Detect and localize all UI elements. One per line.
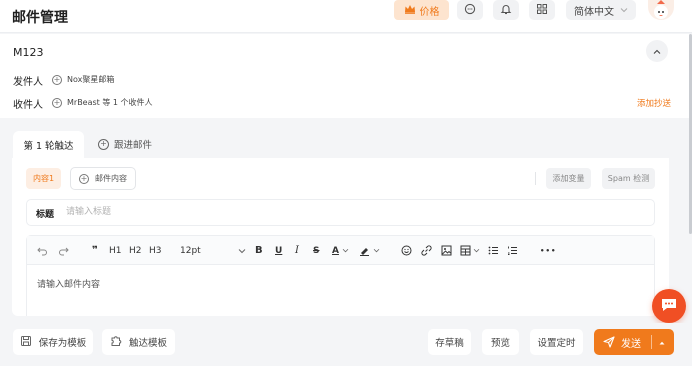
recipient-field[interactable]: + MrBeast 等 1 个收件人 [52, 97, 153, 108]
subject-label: 标题 [36, 210, 55, 220]
image-button[interactable] [441, 244, 452, 257]
bell-icon [500, 3, 512, 18]
add-cc-link[interactable]: 添加抄送 [637, 97, 671, 109]
subject-input[interactable] [66, 205, 466, 219]
sender-label: 发件人 [13, 77, 43, 88]
schedule-button[interactable]: 设置定时 [530, 329, 583, 355]
save-as-template-button[interactable]: 保存为模板 [13, 329, 93, 355]
tab-follow-up-label: 跟进邮件 [114, 140, 153, 151]
undo-icon [37, 246, 48, 256]
save-icon [20, 335, 32, 350]
bullet-list-button[interactable] [488, 244, 499, 257]
grid-icon [536, 3, 548, 18]
table-button[interactable] [460, 244, 480, 257]
language-selector[interactable]: 简体中文 [566, 0, 636, 20]
bold-button[interactable]: B [255, 244, 263, 257]
reach-template-label: 触达模板 [128, 338, 167, 349]
add-variable-button[interactable]: 添加变量 [546, 168, 591, 189]
recipient-value: MrBeast 等 1 个收件人 [67, 98, 153, 107]
more-tools-button[interactable]: ••• [540, 244, 556, 257]
add-circle-icon: + [98, 138, 109, 150]
send-button[interactable]: 发送 [594, 329, 674, 355]
numbered-list-icon [507, 245, 518, 256]
add-circle-icon: + [52, 74, 62, 85]
recipient-label: 收件人 [13, 100, 43, 111]
reach-template-button[interactable]: 触达模板 [102, 329, 175, 355]
highlighter-icon [359, 245, 370, 256]
undo-button[interactable] [37, 244, 48, 257]
preview-button[interactable]: 预览 [482, 329, 519, 355]
chevron-up-icon [653, 45, 661, 58]
bullet-list-icon [488, 245, 499, 256]
chevron-down-icon [620, 5, 628, 16]
chat-icon [464, 3, 476, 18]
redo-icon [58, 246, 69, 256]
heading1-button[interactable]: H1 [109, 244, 122, 257]
highlight-button[interactable] [359, 244, 380, 257]
support-chat-button[interactable] [652, 289, 686, 323]
save-draft-button[interactable]: 存草稿 [428, 329, 471, 355]
heading2-button[interactable]: H2 [129, 244, 142, 257]
underline-button[interactable]: U [275, 244, 282, 257]
spam-check-button[interactable]: Spam 检测 [602, 168, 655, 189]
page-title: 邮件管理 [12, 10, 68, 26]
add-content-button[interactable]: + 邮件内容 [70, 167, 136, 190]
chevron-down-icon [342, 248, 349, 253]
table-icon [460, 245, 471, 256]
collapse-button[interactable] [646, 40, 668, 62]
font-color-letter: A [332, 245, 339, 256]
heading3-button[interactable]: H3 [149, 244, 162, 257]
crown-icon [404, 4, 416, 17]
italic-button[interactable]: I [295, 244, 299, 257]
image-icon [441, 245, 452, 256]
language-label: 简体中文 [574, 6, 614, 18]
redo-button[interactable] [58, 244, 69, 257]
link-icon [421, 245, 432, 256]
numbered-list-button[interactable] [507, 244, 518, 257]
font-size-select[interactable]: 12pt [180, 244, 246, 257]
apps-button[interactable] [529, 0, 555, 20]
chat-bubble-icon [660, 297, 678, 316]
link-button[interactable] [421, 244, 432, 257]
add-circle-icon: + [52, 97, 62, 108]
puzzle-icon [110, 335, 122, 350]
tab-follow-up[interactable]: + 跟进邮件 [98, 137, 152, 151]
editor-body-placeholder[interactable]: 请输入邮件内容 [37, 277, 100, 290]
chevron-down-icon [373, 248, 380, 253]
font-size-value: 12pt [180, 245, 201, 256]
strikethrough-button[interactable]: S [313, 244, 319, 257]
add-content-label: 邮件内容 [95, 174, 127, 183]
chat-button[interactable] [457, 0, 483, 20]
emoji-icon [401, 245, 412, 256]
pricing-label: 价格 [419, 6, 440, 18]
send-icon [603, 336, 615, 348]
tab-first-round[interactable]: 第 1 轮触达 [13, 131, 84, 158]
save-as-template-label: 保存为模板 [38, 338, 87, 349]
sender-field[interactable]: + Nox聚星邮箱 [52, 74, 114, 85]
send-label: 发送 [621, 338, 641, 350]
font-color-button[interactable]: A [332, 244, 349, 257]
pricing-button[interactable]: 价格 [394, 0, 449, 20]
notifications-button[interactable] [493, 0, 519, 20]
sender-value: Nox聚星邮箱 [67, 75, 115, 84]
add-circle-icon: + [79, 173, 89, 184]
quote-button[interactable]: ❞ [92, 244, 98, 257]
send-options-button[interactable] [659, 337, 665, 348]
emoji-button[interactable] [401, 244, 412, 257]
divider [535, 172, 536, 185]
mail-id: M123 [13, 46, 44, 59]
chevron-down-icon [238, 248, 246, 254]
content-tab[interactable]: 内容1 [26, 168, 61, 189]
chevron-down-icon [473, 248, 480, 253]
send-divider [651, 335, 652, 349]
